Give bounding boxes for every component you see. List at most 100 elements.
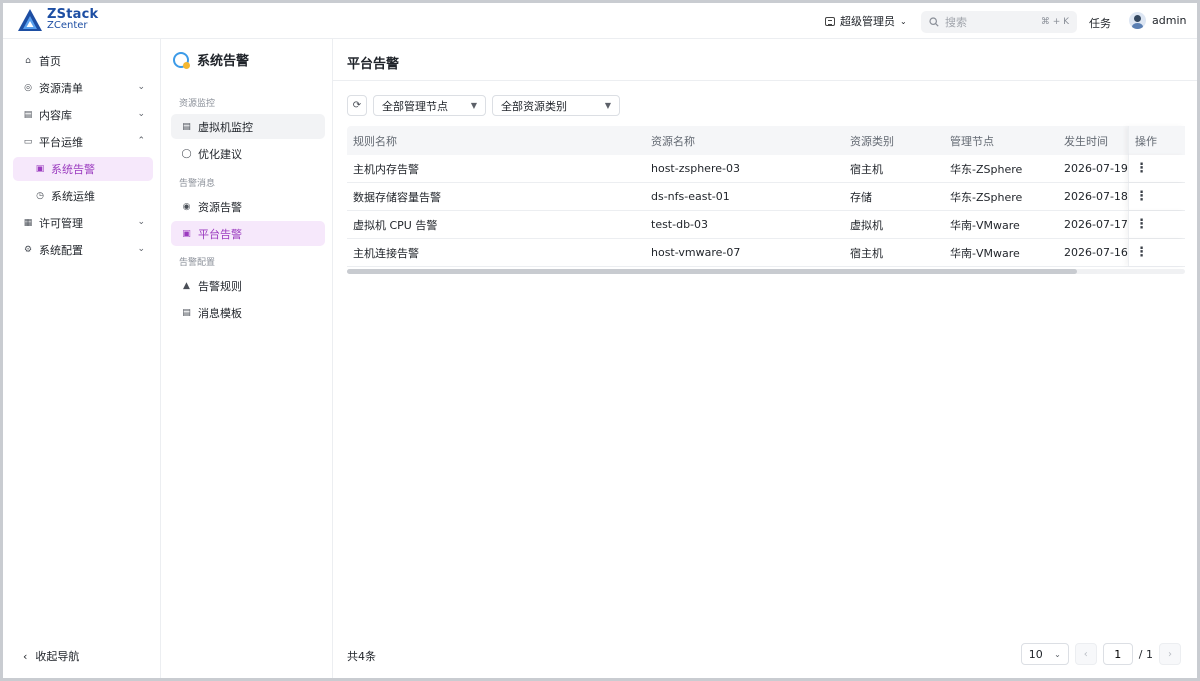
chevron-up-icon: ⌃ xyxy=(137,136,145,146)
divider xyxy=(333,80,1197,81)
subnav-item-platform-alarms[interactable]: ▣ 平台告警 xyxy=(171,221,325,246)
subnav-item-label: 消息模板 xyxy=(198,306,242,320)
row-actions: ⋮ xyxy=(1128,155,1185,182)
nav-item-label: 内容库 xyxy=(39,109,72,122)
cell-time: 2026-07-17 00:38:51 xyxy=(1064,218,1130,231)
cell-resource: test-db-03 xyxy=(651,218,709,231)
refresh-icon: ⟳ xyxy=(352,100,362,111)
clock-icon: ◷ xyxy=(36,191,44,201)
type-filter-select[interactable]: 全部资源类别 ▼ xyxy=(492,95,620,116)
alarm-doc-icon: ▣ xyxy=(35,164,45,174)
nav-item-label: 资源清单 xyxy=(39,82,83,95)
nav-item-system-alarms[interactable]: ▣ 系统告警 xyxy=(13,157,153,181)
chevron-down-icon: ⌄ xyxy=(900,16,907,26)
alarm-table: 规则名称 资源名称 资源类别 管理节点 发生时间 操作 主机内存告警 host-… xyxy=(347,126,1185,267)
cell-node: 华南-VMware xyxy=(950,246,1020,260)
nav-item-license[interactable]: ▦ 许可管理 ⌄ xyxy=(13,211,153,235)
page-size-select[interactable]: 10 ⌄ xyxy=(1020,643,1069,665)
nav-item-label: 系统运维 xyxy=(51,190,95,203)
role-label: 超级管理员 xyxy=(840,15,895,28)
chevron-left-icon: ‹ xyxy=(1083,648,1088,660)
chevron-down-icon: ⌄ xyxy=(137,217,145,227)
chevron-down-icon: ⌄ xyxy=(137,82,145,92)
page-size-value: 10 xyxy=(1028,647,1043,661)
subnav-item-label: 资源告警 xyxy=(198,200,242,214)
cell-node: 华东-ZSphere xyxy=(950,190,1023,204)
main-content: 平台告警 ⟳ 全部管理节点 ▼ 全部资源类别 ▼ 规则名称 资源名称 资源类别 … xyxy=(333,39,1197,678)
nav-item-system-ops[interactable]: ◷ 系统运维 xyxy=(13,184,153,208)
subnav-item-resource-alarms[interactable]: ◉ 资源告警 xyxy=(171,194,325,219)
nav-item-home[interactable]: ⌂ 首页 xyxy=(13,49,153,73)
column-header: 资源名称 xyxy=(651,134,695,148)
more-icon[interactable]: ⋮ xyxy=(1135,190,1148,203)
column-header: 规则名称 xyxy=(353,134,397,148)
table-row[interactable]: 主机内存告警 host-zsphere-03 宿主机 华东-ZSphere 20… xyxy=(347,155,1185,183)
column-header: 资源类别 xyxy=(850,134,894,148)
template-icon: ▤ xyxy=(182,307,191,318)
subnav-item-message-templates[interactable]: ▤ 消息模板 xyxy=(171,300,325,325)
cell-node: 华东-ZSphere xyxy=(950,162,1023,176)
collapse-nav-button[interactable]: ‹ 收起导航 xyxy=(23,648,79,664)
cell-time: 2026-07-19 09:42:18 xyxy=(1064,162,1130,175)
tasks-link[interactable]: 任务 xyxy=(1089,15,1111,31)
nav-item-resources[interactable]: ◎ 资源清单 ⌄ xyxy=(13,76,153,100)
cell-node: 华南-VMware xyxy=(950,218,1020,232)
cell-rule: 主机内存告警 xyxy=(353,162,419,176)
more-icon[interactable]: ⋮ xyxy=(1135,162,1148,175)
horizontal-scrollbar-thumb[interactable] xyxy=(347,269,1077,274)
row-actions: ⋮ xyxy=(1128,183,1185,210)
subnav-item-vm-monitoring[interactable]: ▤ 虚拟机监控 xyxy=(171,114,325,139)
system-alarm-icon xyxy=(173,51,190,69)
search-box[interactable]: ⌘ + K xyxy=(921,11,1077,33)
chevron-down-icon: ▼ xyxy=(470,101,477,110)
filter-toolbar: ⟳ 全部管理节点 ▼ 全部资源类别 ▼ xyxy=(347,95,620,116)
nav-item-system-config[interactable]: ⚙ 系统配置 ⌄ xyxy=(13,238,153,262)
cell-rule: 数据存储容量告警 xyxy=(353,190,441,204)
role-switcher[interactable]: 超级管理员 ⌄ xyxy=(825,13,907,29)
subnav-item-alarm-rules[interactable]: ▲ 告警规则 xyxy=(171,273,325,298)
node-filter-value: 全部管理节点 xyxy=(382,99,448,113)
app-window: ZStack ZCenter 超级管理员 ⌄ ⌘ + K 任务 admin ⌂ … xyxy=(0,0,1200,681)
nav-item-label: 许可管理 xyxy=(39,217,83,230)
user-menu[interactable]: admin xyxy=(1129,12,1186,29)
alert-box-icon: ▣ xyxy=(182,228,191,239)
cell-rule: 主机连接告警 xyxy=(353,246,419,260)
primary-nav: ⌂ 首页 ◎ 资源清单 ⌄ ▤ 内容库 ⌄ ▭ 平台运维 ⌃ ▣ 系统告警 ◷ … xyxy=(3,39,161,678)
page-number-input[interactable] xyxy=(1102,643,1133,665)
next-page-button[interactable]: › xyxy=(1159,643,1181,665)
cell-resource: host-vmware-07 xyxy=(651,246,741,259)
subnav-header: 系统告警 xyxy=(173,50,249,69)
cell-resource: host-zsphere-03 xyxy=(651,162,740,175)
table-row[interactable]: 主机连接告警 host-vmware-07 宿主机 华南-VMware 2026… xyxy=(347,239,1185,267)
type-filter-value: 全部资源类别 xyxy=(501,99,567,113)
license-icon: ▦ xyxy=(23,218,33,228)
cell-category: 宿主机 xyxy=(850,162,883,176)
nav-item-label: 平台运维 xyxy=(39,136,83,149)
chevron-down-icon: ⌄ xyxy=(137,109,145,119)
table-row[interactable]: 数据存储容量告警 ds-nfs-east-01 存储 华东-ZSphere 20… xyxy=(347,183,1185,211)
cell-time: 2026-07-16 01:20:33 xyxy=(1064,246,1130,259)
nav-item-platform-ops[interactable]: ▭ 平台运维 ⌃ xyxy=(13,130,153,154)
refresh-button[interactable]: ⟳ xyxy=(347,95,367,116)
nav-item-library[interactable]: ▤ 内容库 ⌄ xyxy=(13,103,153,127)
search-shortcut: ⌘ + K xyxy=(1040,17,1069,27)
more-icon[interactable]: ⋮ xyxy=(1135,246,1148,259)
more-icon[interactable]: ⋮ xyxy=(1135,218,1148,231)
column-header: 操作 xyxy=(1128,126,1185,155)
subnav-item-optimization[interactable]: ◯ 优化建议 xyxy=(171,141,325,166)
role-icon xyxy=(825,16,835,26)
subnav-item-label: 虚拟机监控 xyxy=(198,120,253,134)
zstack-logo-icon xyxy=(18,9,42,31)
row-actions: ⋮ xyxy=(1128,211,1185,238)
library-icon: ▤ xyxy=(23,110,33,120)
flame-icon: ◯ xyxy=(181,148,192,159)
subnav-item-label: 优化建议 xyxy=(198,147,242,161)
table-row[interactable]: 虚拟机 CPU 告警 test-db-03 虚拟机 华南-VMware 2026… xyxy=(347,211,1185,239)
nav-item-label: 系统配置 xyxy=(39,244,83,257)
search-input[interactable] xyxy=(945,15,1035,29)
row-actions: ⋮ xyxy=(1128,239,1185,266)
logo[interactable]: ZStack ZCenter xyxy=(17,8,98,32)
node-filter-select[interactable]: 全部管理节点 ▼ xyxy=(373,95,486,116)
total-pages: / 1 xyxy=(1138,647,1153,661)
prev-page-button[interactable]: ‹ xyxy=(1074,643,1097,665)
